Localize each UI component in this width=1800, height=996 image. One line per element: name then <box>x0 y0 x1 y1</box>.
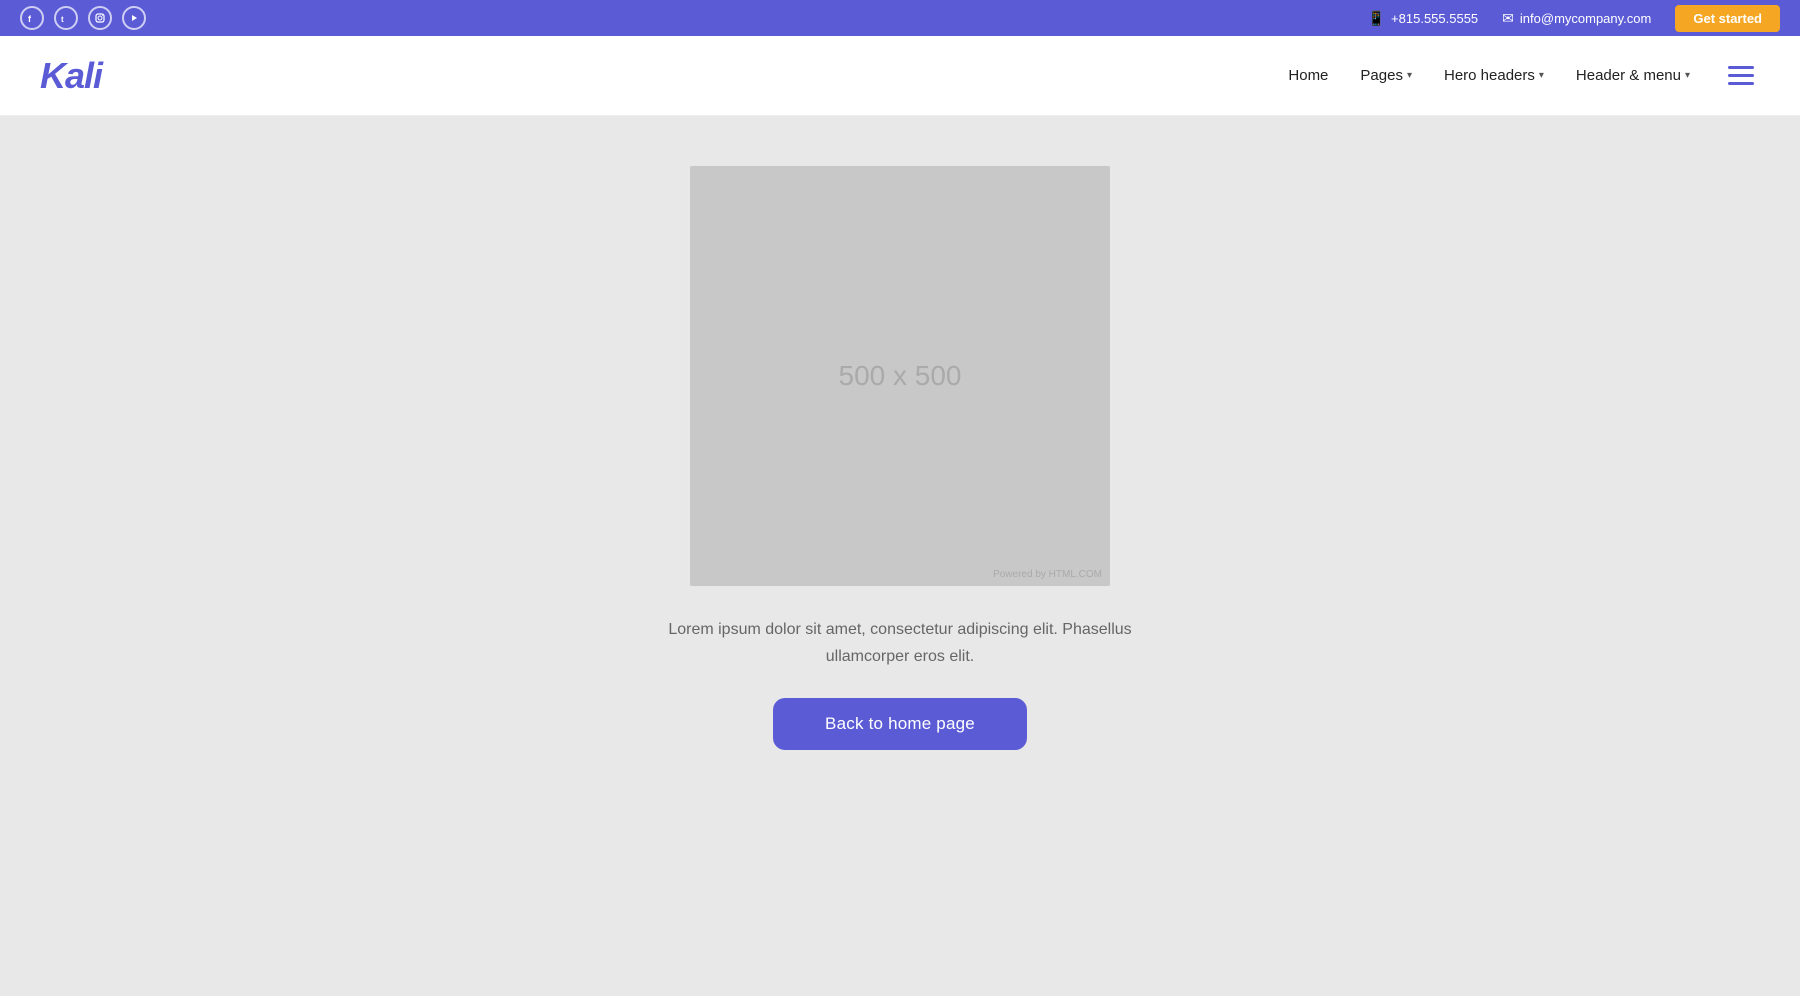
top-bar: f t 📱 +815.555.5555 ✉ info <box>0 0 1800 36</box>
nav-pages[interactable]: Pages ▾ <box>1360 67 1412 84</box>
instagram-icon[interactable] <box>88 6 112 30</box>
contact-info: 📱 +815.555.5555 ✉ info@mycompany.com Get… <box>1368 5 1780 32</box>
facebook-icon[interactable]: f <box>20 6 44 30</box>
back-to-home-button[interactable]: Back to home page <box>773 698 1027 750</box>
chevron-down-icon: ▾ <box>1539 70 1544 81</box>
social-links: f t <box>20 6 146 30</box>
site-logo[interactable]: Kali <box>40 55 102 97</box>
hamburger-line <box>1728 74 1754 77</box>
email-icon: ✉ <box>1502 10 1514 27</box>
phone-number: +815.555.5555 <box>1391 11 1478 26</box>
svg-text:f: f <box>28 14 32 23</box>
phone-contact: 📱 +815.555.5555 <box>1368 10 1479 27</box>
page-description: Lorem ipsum dolor sit amet, consectetur … <box>640 616 1160 670</box>
hamburger-menu[interactable] <box>1722 60 1760 91</box>
main-nav: Home Pages ▾ Hero headers ▾ Header & men… <box>1288 60 1760 91</box>
svg-text:t: t <box>61 15 64 23</box>
email-address: info@mycompany.com <box>1520 11 1651 26</box>
nav-hero-headers[interactable]: Hero headers ▾ <box>1444 67 1544 84</box>
chevron-down-icon: ▾ <box>1685 70 1690 81</box>
nav-header-menu[interactable]: Header & menu ▾ <box>1576 67 1690 84</box>
youtube-icon[interactable] <box>122 6 146 30</box>
get-started-button[interactable]: Get started <box>1675 5 1780 32</box>
nav-home[interactable]: Home <box>1288 67 1328 84</box>
phone-icon: 📱 <box>1368 10 1385 27</box>
image-size-label: 500 x 500 <box>839 360 962 392</box>
placeholder-image: 500 x 500 Powered by HTML.COM <box>690 166 1110 586</box>
main-header: Kali Home Pages ▾ Hero headers ▾ Header … <box>0 36 1800 116</box>
hamburger-line <box>1728 66 1754 69</box>
main-content: 500 x 500 Powered by HTML.COM Lorem ipsu… <box>0 116 1800 936</box>
twitter-icon[interactable]: t <box>54 6 78 30</box>
hamburger-line <box>1728 82 1754 85</box>
email-contact: ✉ info@mycompany.com <box>1502 10 1651 27</box>
chevron-down-icon: ▾ <box>1407 70 1412 81</box>
powered-by-label: Powered by HTML.COM <box>690 563 1110 586</box>
